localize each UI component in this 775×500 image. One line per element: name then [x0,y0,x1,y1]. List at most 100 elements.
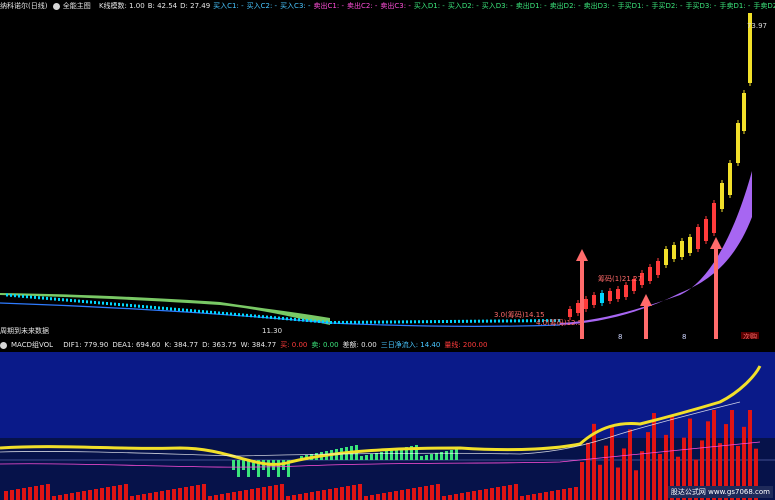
volume-bar-33 [202,484,206,500]
volume-bar-10 [64,494,68,500]
volume-bar-90 [544,492,548,500]
price-low-label: 11.30 [262,327,282,335]
candle-29 [122,303,124,307]
candle-89 [362,320,364,324]
candle-74 [302,318,304,322]
candle-54 [222,311,224,315]
big-candle-19 [720,183,724,209]
volume-bar-88 [532,494,536,500]
candle-63 [258,314,260,318]
candle-13 [58,297,60,301]
volume-bar-41 [250,489,254,500]
macd-green-up-162 [420,456,423,460]
header-item-8: 卖出C3: - [380,2,411,10]
volume-bar-11 [70,493,74,500]
candle-40 [166,307,168,311]
candle-120 [486,319,488,323]
volume-bar-97 [586,442,590,500]
volume-bar-100 [604,445,608,500]
candle-130 [526,319,528,323]
candle-128 [518,319,520,323]
candle-86 [350,320,352,324]
candle-72 [294,317,296,321]
candle-32 [134,304,136,308]
candle-47 [194,309,196,313]
big-candle-4 [600,293,604,303]
volume-bar-96 [580,462,584,500]
candle-73 [298,318,300,322]
volume-bar-66 [400,490,404,500]
volume-bar-106 [640,451,644,500]
macd-vol-panel[interactable]: 股达公式网 www.gs7068.com [0,352,775,500]
big-candle-3 [592,295,596,305]
candle-121 [490,319,492,323]
volume-bar-108 [652,413,656,500]
volume-bar-43 [262,487,266,500]
volume-bar-61 [370,495,374,500]
candle-92 [374,320,376,324]
candle-114 [462,319,464,323]
volume-bar-109 [658,453,662,500]
stock-title[interactable]: 纳科诺尔(日线) [0,0,47,13]
indicator-title[interactable]: 全能主图 [52,0,94,13]
volume-bar-22 [136,495,140,500]
candle-91 [370,320,372,324]
volume-bar-95 [574,487,578,500]
volume-bar-92 [556,490,560,500]
volume-bar-72 [436,484,440,500]
indicator-item-3: D: 363.75 [202,341,237,349]
volume-bar-89 [538,493,542,500]
macd-green-up-152 [370,454,373,460]
header-item-5: 买入C3: - [280,2,311,10]
candle-95 [386,320,388,324]
volume-bar-31 [190,486,194,500]
volume-bar-39 [238,491,242,500]
volume-bar-29 [178,488,182,500]
candle-56 [230,312,232,316]
volume-bar-37 [226,493,230,500]
volume-bar-78 [472,491,476,500]
header-item-19: 手卖D2: - [753,2,775,10]
volume-bar-48 [292,495,296,500]
volume-bar-46 [280,484,284,500]
candle-98 [398,320,400,324]
candle-52 [214,311,216,315]
indicator-item-6: 卖: 0.00 [311,341,339,349]
volume-bar-80 [484,489,488,500]
candle-33 [138,304,140,308]
indicator-items: DIF1: 779.90 DEA1: 694.60 K: 384.77 D: 363.… [63,339,491,352]
candle-57 [234,312,236,316]
main-chart[interactable]: 3.0(筹码)14.15 筹码(1)21.27 4.0(筹码)12.5 11.30 7… [0,13,775,342]
signal-arrow-shaft-2 [714,241,718,339]
macd-green-up-165 [435,453,438,460]
indicator-title-sub[interactable]: MACD组VOL [0,339,57,352]
volume-bar-13 [82,491,86,500]
big-candle-11 [656,261,660,275]
candle-49 [202,310,204,314]
volume-bar-71 [430,485,434,500]
candle-37 [154,306,156,310]
candle-55 [226,312,228,316]
top-indicator-bar: 纳科诺尔(日线) 全能主图 K线模数: 1.00 B: 42.54 D: 27.49… [0,0,775,13]
candle-102 [414,320,416,324]
settings-icon[interactable] [52,2,60,10]
candle-81 [330,321,332,324]
candle-19 [82,299,84,303]
volume-bar-65 [394,491,398,500]
trend-band-green [0,293,330,325]
volume-bar-102 [616,467,620,500]
volume-bar-45 [274,485,278,500]
settings-icon[interactable] [0,341,7,349]
volume-bar-93 [562,489,566,500]
candle-4 [22,294,24,298]
big-candle-7 [624,285,628,297]
candle-116 [470,319,472,323]
candle-68 [278,316,280,320]
candle-12 [54,297,56,301]
candle-88 [358,320,360,324]
big-candle-2 [584,299,588,309]
candle-125 [506,319,508,323]
header-item-7: 卖出C2: - [346,2,378,10]
volume-bar-101 [610,426,614,500]
big-candle-20 [728,163,732,195]
